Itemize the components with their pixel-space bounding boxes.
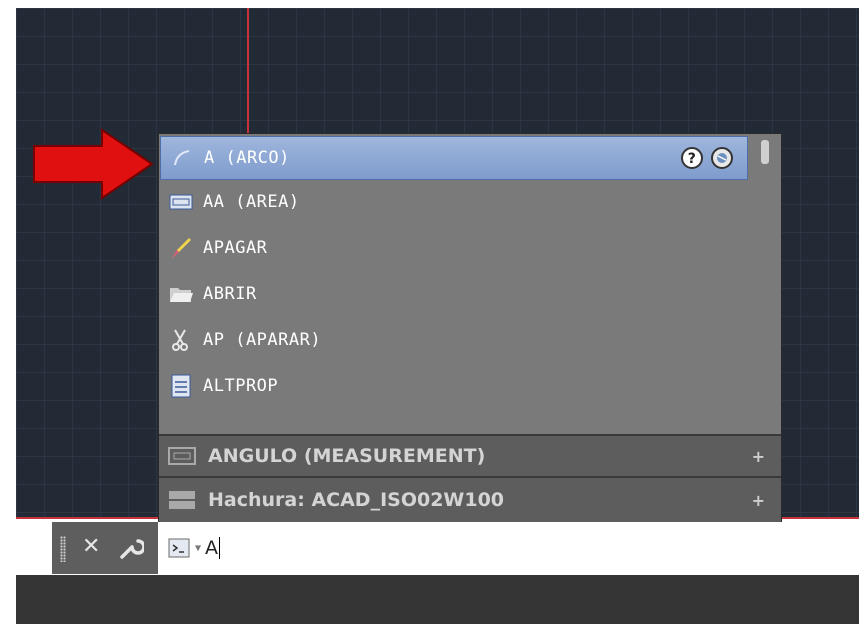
- autocomplete-dropdown: A (ARCO) ? AA (AREA) APAGAR ABRIR AP (AP…: [158, 133, 782, 523]
- folder-open-icon: [169, 282, 193, 306]
- eraser-icon: [169, 236, 193, 260]
- autocomplete-item-label: ALTPROP: [203, 376, 279, 396]
- group-angulo-measurement[interactable]: ANGULO (MEASUREMENT) +: [159, 434, 781, 476]
- arc-icon: [170, 146, 194, 170]
- red-arrow-pointer-icon: [33, 128, 154, 200]
- group-label: Hachura: ACAD_ISO02W100: [208, 489, 505, 511]
- text-cursor: [219, 537, 221, 560]
- command-input-value: A: [205, 536, 219, 559]
- crosshair-vertical-line: [247, 8, 249, 136]
- autocomplete-item-label: AP (APARAR): [203, 330, 322, 350]
- area-icon: [169, 190, 193, 214]
- autocomplete-item-altprop[interactable]: ALTPROP: [160, 364, 750, 408]
- autocomplete-list: A (ARCO) ? AA (AREA) APAGAR ABRIR AP (AP…: [159, 134, 781, 434]
- status-area: [16, 575, 859, 624]
- autocomplete-item-abrir[interactable]: ABRIR: [160, 272, 750, 316]
- online-help-globe-icon[interactable]: [711, 147, 733, 169]
- group-label: ANGULO (MEASUREMENT): [208, 445, 486, 467]
- autocomplete-item-label: A (ARCO): [204, 148, 290, 168]
- drag-grip-handle[interactable]: [60, 536, 66, 562]
- command-prompt-icon[interactable]: [168, 538, 190, 558]
- autocomplete-item-aparar[interactable]: AP (APARAR): [160, 318, 750, 362]
- svg-text:?: ?: [688, 151, 697, 167]
- autocomplete-item-label: AA (AREA): [203, 192, 300, 212]
- expand-plus-icon[interactable]: +: [752, 491, 765, 510]
- autocomplete-item-label: APAGAR: [203, 238, 268, 258]
- customize-wrench-icon[interactable]: [118, 535, 146, 565]
- properties-icon: [169, 374, 193, 398]
- command-history-dropdown-icon[interactable]: ▼: [195, 543, 201, 554]
- trim-scissors-icon: [169, 328, 193, 352]
- expand-plus-icon[interactable]: +: [752, 447, 765, 466]
- hatch-icon: [169, 491, 195, 509]
- autocomplete-item-apagar[interactable]: APAGAR: [160, 226, 750, 270]
- measure-icon: [168, 447, 196, 465]
- close-icon[interactable]: ✕: [82, 534, 100, 559]
- command-input-field[interactable]: A: [205, 536, 221, 560]
- autocomplete-item-area[interactable]: AA (AREA): [160, 180, 750, 224]
- command-input-area[interactable]: ▼ A: [158, 522, 859, 574]
- group-hachura[interactable]: Hachura: ACAD_ISO02W100 +: [159, 476, 781, 522]
- list-scrollbar[interactable]: [761, 140, 769, 164]
- autocomplete-item-arco[interactable]: A (ARCO) ?: [160, 136, 748, 180]
- autocomplete-item-label: ABRIR: [203, 284, 257, 304]
- help-icon[interactable]: ?: [681, 147, 703, 169]
- command-line-bar: ✕ ▼ A: [52, 522, 859, 574]
